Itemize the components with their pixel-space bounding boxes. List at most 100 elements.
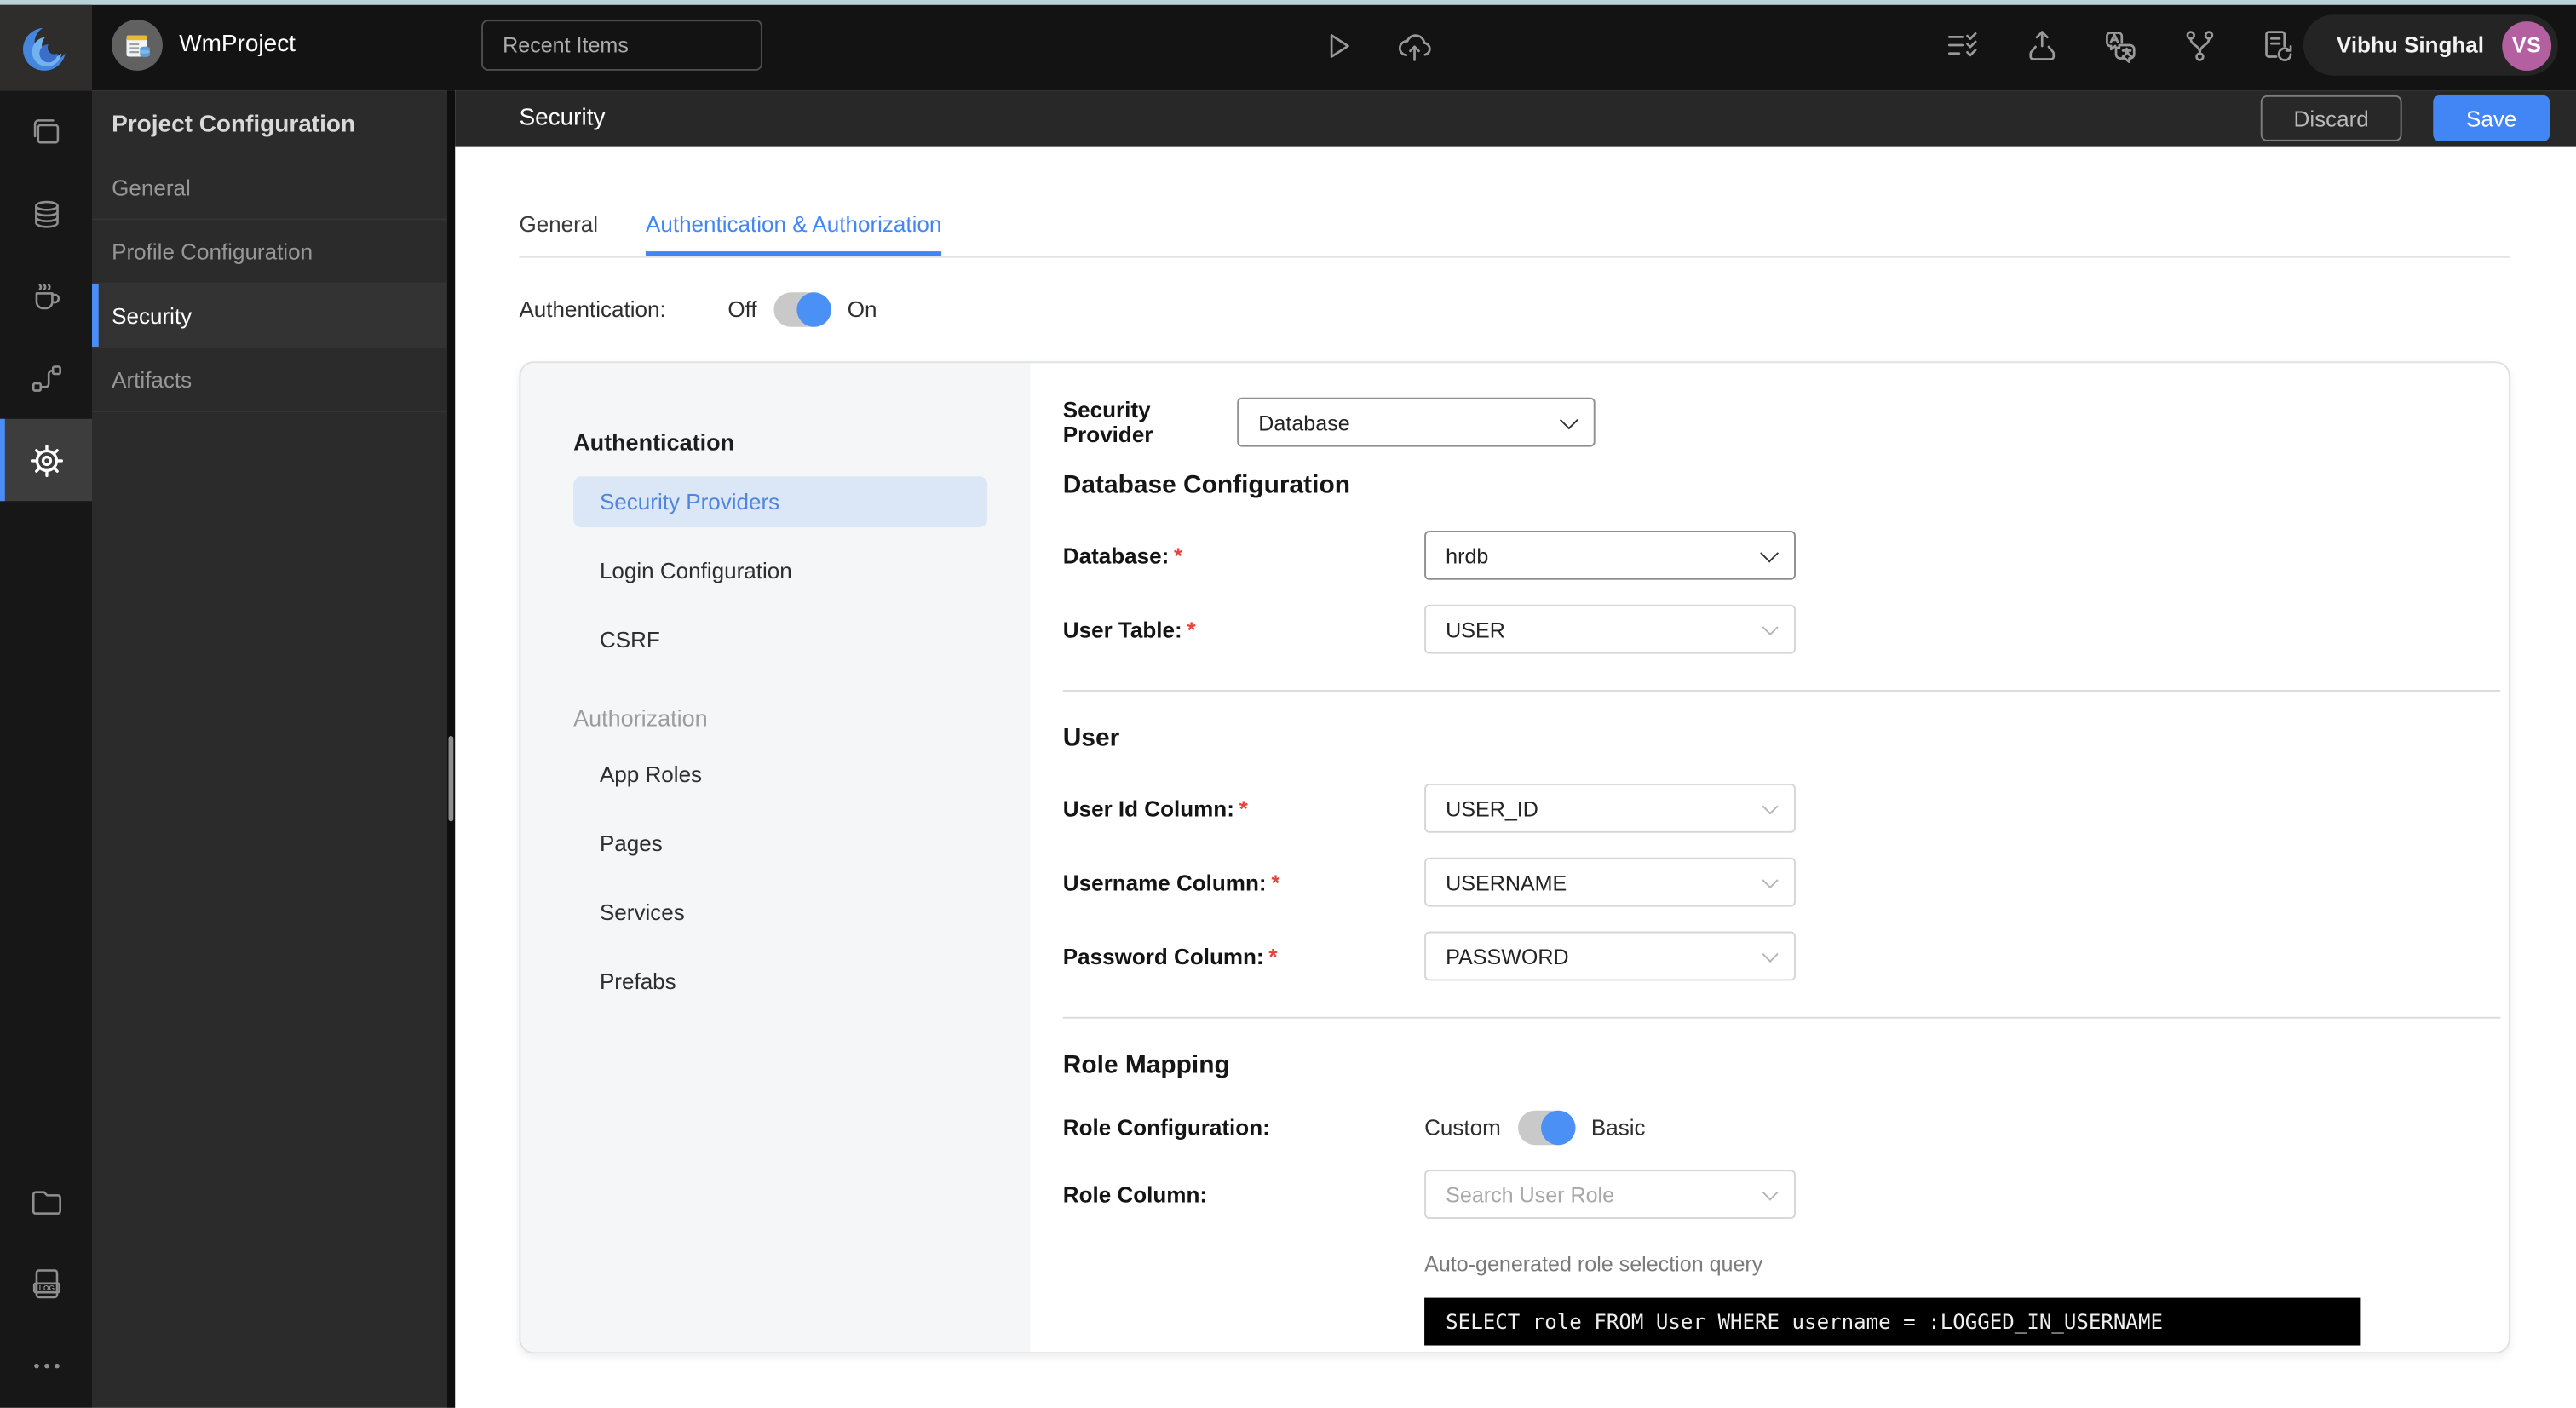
log-file-icon: LOG [27,1264,65,1302]
rail-item-java-services[interactable] [0,255,92,336]
recent-items-label: Recent Items [503,32,629,58]
chevron-down-icon [1762,619,1779,636]
nav-item-app-roles[interactable]: App Roles [573,749,987,800]
role-configuration-toggle[interactable] [1517,1110,1575,1146]
export-icon [2022,26,2061,66]
rail-item-settings[interactable] [0,418,93,502]
username-column-select[interactable]: USERNAME [1424,857,1796,907]
page-header: Security Discard Save [455,90,2576,147]
chevron-down-icon [1762,945,1779,963]
user-table-select[interactable]: USER [1424,604,1796,654]
file-sync-button[interactable] [2256,25,2298,67]
password-column-row: Password Column: * PASSWORD [1062,931,2443,981]
localization-button[interactable] [2100,25,2142,67]
section-divider [1062,690,2501,692]
password-column-value: PASSWORD [1446,943,1569,968]
cloud-deploy-button[interactable] [1393,25,1435,67]
export-project-button[interactable] [2021,25,2063,67]
preview-play-button[interactable] [1316,25,1359,67]
rail-item-apis[interactable] [0,336,92,418]
toggle-knob [796,292,831,327]
required-marker: * [1268,943,1278,968]
git-branch-icon [2180,26,2219,66]
project-icon [121,29,154,62]
security-provider-select[interactable]: Database [1237,397,1596,447]
user-menu[interactable]: Vibhu Singhal VS [2303,14,2558,76]
sidebar-item-label: Artifacts [112,368,193,393]
version-control-button[interactable] [2178,25,2221,67]
user-avatar: VS [2502,20,2552,70]
authentication-label: Authentication: [519,297,666,323]
role-configuration-row: Role Configuration: Custom Basic [1063,1110,2443,1146]
rail-item-logs[interactable]: LOG [0,1242,92,1324]
sidebar-item-label: General [112,175,191,201]
rail-item-database[interactable] [0,173,92,255]
security-provider-value: Database [1258,410,1350,435]
password-column-label: Password Column: * [1062,943,1278,968]
sidebar-item-artifacts[interactable]: Artifacts [92,348,447,413]
save-button[interactable]: Save [2433,95,2550,141]
file-sync-icon [2257,26,2297,66]
sidebar-resizer[interactable] [446,90,456,1408]
left-icon-rail: LOG [0,90,93,1408]
nav-item-pages[interactable]: Pages [573,818,987,869]
database-select[interactable]: hrdb [1424,530,1796,580]
user-table-value: USER [1446,617,1505,642]
sidebar-item-general[interactable]: General [92,156,447,221]
user-name: Vibhu Singhal [2336,32,2485,58]
recent-items-button[interactable]: Recent Items [481,20,762,71]
top-accent-strip [0,0,2576,5]
user-id-column-select[interactable]: USER_ID [1424,783,1796,833]
role-column-placeholder: Search User Role [1446,1181,1615,1207]
username-column-value: USERNAME [1446,870,1567,895]
discard-button[interactable]: Discard [2260,95,2402,141]
project-name: WmProject [179,31,296,58]
main-content: Security Discard Save General Authentica… [455,90,2576,1408]
authentication-toggle[interactable] [773,292,831,327]
rail-item-pages[interactable] [0,90,92,172]
toggle-on-label: On [847,297,877,323]
chevron-down-icon [1559,411,1578,430]
nav-item-login-configuration[interactable]: Login Configuration [573,545,987,596]
folder-icon [27,1182,65,1220]
app-root: WmProject Recent Items Vibhu Singhal VS … [0,0,2576,1408]
database-label: Database: * [1062,543,1183,568]
required-marker: * [1174,543,1183,568]
rail-item-file-explorer[interactable] [0,1160,92,1242]
wavemaker-logo-button[interactable] [0,4,93,91]
tab-authentication-authorization[interactable]: Authentication & Authorization [646,212,942,256]
wavemaker-logo-icon [18,20,74,76]
toggle-off-label: Off [727,297,757,323]
role-basic-label: Basic [1590,1115,1646,1141]
sidebar-item-label: Security [112,303,193,329]
security-inner-nav: Authentication Security Providers Login … [520,363,1031,1353]
resizer-handle[interactable] [448,736,454,822]
rail-item-more[interactable] [0,1324,92,1405]
sidebar-item-profile-configuration[interactable]: Profile Configuration [92,220,447,284]
user-id-column-value: USER_ID [1446,796,1538,821]
nav-item-services[interactable]: Services [573,887,987,938]
role-selection-query-code: SELECT role FROM User WHERE username = :… [1424,1297,2361,1346]
project-avatar[interactable] [112,20,163,71]
chevron-down-icon [1760,543,1780,563]
tasks-checklist-button[interactable] [1942,25,1985,67]
security-provider-label: Security Provider [1062,397,1153,447]
nav-item-csrf[interactable]: CSRF [573,614,987,665]
database-configuration-heading: Database Configuration [1062,471,1350,500]
cloud-upload-icon [1394,26,1434,66]
role-custom-label: Custom [1424,1115,1501,1141]
page-title: Security [519,105,606,132]
username-column-label: Username Column: * [1062,870,1280,895]
user-section-heading: User [1062,724,1120,753]
password-column-select[interactable]: PASSWORD [1424,931,1796,981]
sidebar-item-security[interactable]: Security [92,284,447,348]
nav-item-prefabs[interactable]: Prefabs [573,956,987,1007]
database-value: hrdb [1446,543,1489,568]
chevron-down-icon [1762,798,1779,815]
query-caption: Auto-generated role selection query [1424,1251,1763,1277]
required-marker: * [1187,617,1196,642]
role-column-select[interactable]: Search User Role [1424,1170,1796,1220]
toggle-knob [1540,1110,1575,1146]
nav-item-security-providers[interactable]: Security Providers [573,476,988,528]
tab-general[interactable]: General [519,212,598,256]
